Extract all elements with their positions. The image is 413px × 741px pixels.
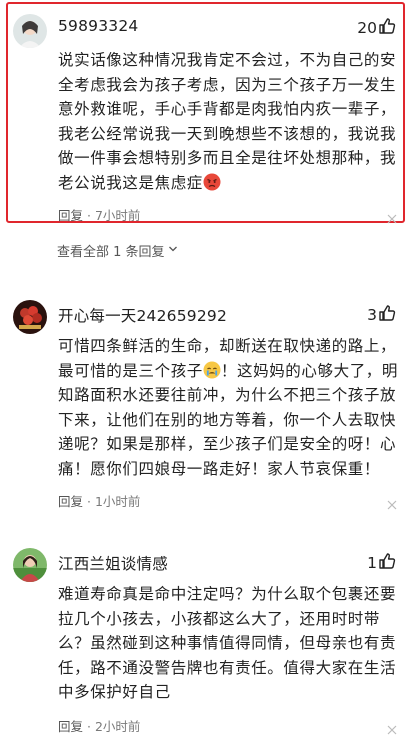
thumbs-up-icon <box>377 552 396 574</box>
comment-meta: 回复 · 2小时前 <box>58 716 140 735</box>
like-count: 1 <box>367 554 377 572</box>
avatar[interactable] <box>13 14 47 48</box>
like-button[interactable]: 1 <box>367 552 396 574</box>
comment-text: 难道寿命真是命中注定吗？为什么取个包裹还要拉几个小孩去，小孩都这么大了，还用时时… <box>58 585 397 701</box>
view-all-label: 查看全部 1 条回复 <box>57 245 165 260</box>
meta-separator: · <box>87 494 95 509</box>
angry-face-emoji <box>203 173 221 191</box>
comment-text-content: 说实话像这种情况我肯定不会过，不为自己的安全考虑我会为孩子考虑，因为三个孩子万一… <box>58 51 397 192</box>
view-all-replies-link[interactable]: 查看全部 1 条回复 <box>57 241 178 260</box>
comment-item: 江西兰姐谈情感 1 难道寿命真是命中注定吗？为什么取个包裹还要拉几个小孩去，小孩… <box>0 538 413 741</box>
avatar[interactable] <box>13 548 47 582</box>
username[interactable]: 江西兰姐谈情感 <box>58 552 168 574</box>
reply-button[interactable]: 回复 <box>58 719 83 734</box>
comment-item: 59893324 20 说实话像这种情况我肯定不会过，不为自己的安全考虑我会为孩… <box>0 0 413 230</box>
like-button[interactable]: 20 <box>357 17 396 39</box>
timestamp: 1小时前 <box>94 494 141 509</box>
thumbs-up-icon <box>377 304 396 326</box>
comment-meta: 回复 · 7小时前 <box>58 205 140 224</box>
reply-button[interactable]: 回复 <box>58 494 83 509</box>
comment-meta: 回复 · 1小时前 <box>58 491 140 510</box>
meta-separator: · <box>87 208 95 223</box>
username[interactable]: 开心每一天242659292 <box>58 304 227 326</box>
close-icon[interactable] <box>387 495 397 510</box>
close-icon[interactable] <box>387 720 397 735</box>
crying-face-emoji <box>203 361 221 379</box>
comment-item: 开心每一天242659292 3 可惜四条鲜活的生命，却断送在取快递的路上，最可… <box>0 290 413 515</box>
comment-text: 可惜四条鲜活的生命，却断送在取快递的路上，最可惜的是三个孩子 ！这妈妈的心够大了，… <box>58 334 400 481</box>
thumbs-up-icon <box>377 17 396 39</box>
chevron-down-icon <box>168 243 178 258</box>
like-count: 20 <box>357 19 377 37</box>
like-button[interactable]: 3 <box>367 304 396 326</box>
avatar[interactable] <box>13 300 47 334</box>
comment-text: 说实话像这种情况我肯定不会过，不为自己的安全考虑我会为孩子考虑，因为三个孩子万一… <box>58 48 400 195</box>
timestamp: 2小时前 <box>94 719 141 734</box>
reply-button[interactable]: 回复 <box>58 208 83 223</box>
username[interactable]: 59893324 <box>58 17 139 35</box>
meta-separator: · <box>87 719 95 734</box>
timestamp: 7小时前 <box>94 208 141 223</box>
close-icon[interactable] <box>387 209 397 224</box>
like-count: 3 <box>367 306 377 324</box>
